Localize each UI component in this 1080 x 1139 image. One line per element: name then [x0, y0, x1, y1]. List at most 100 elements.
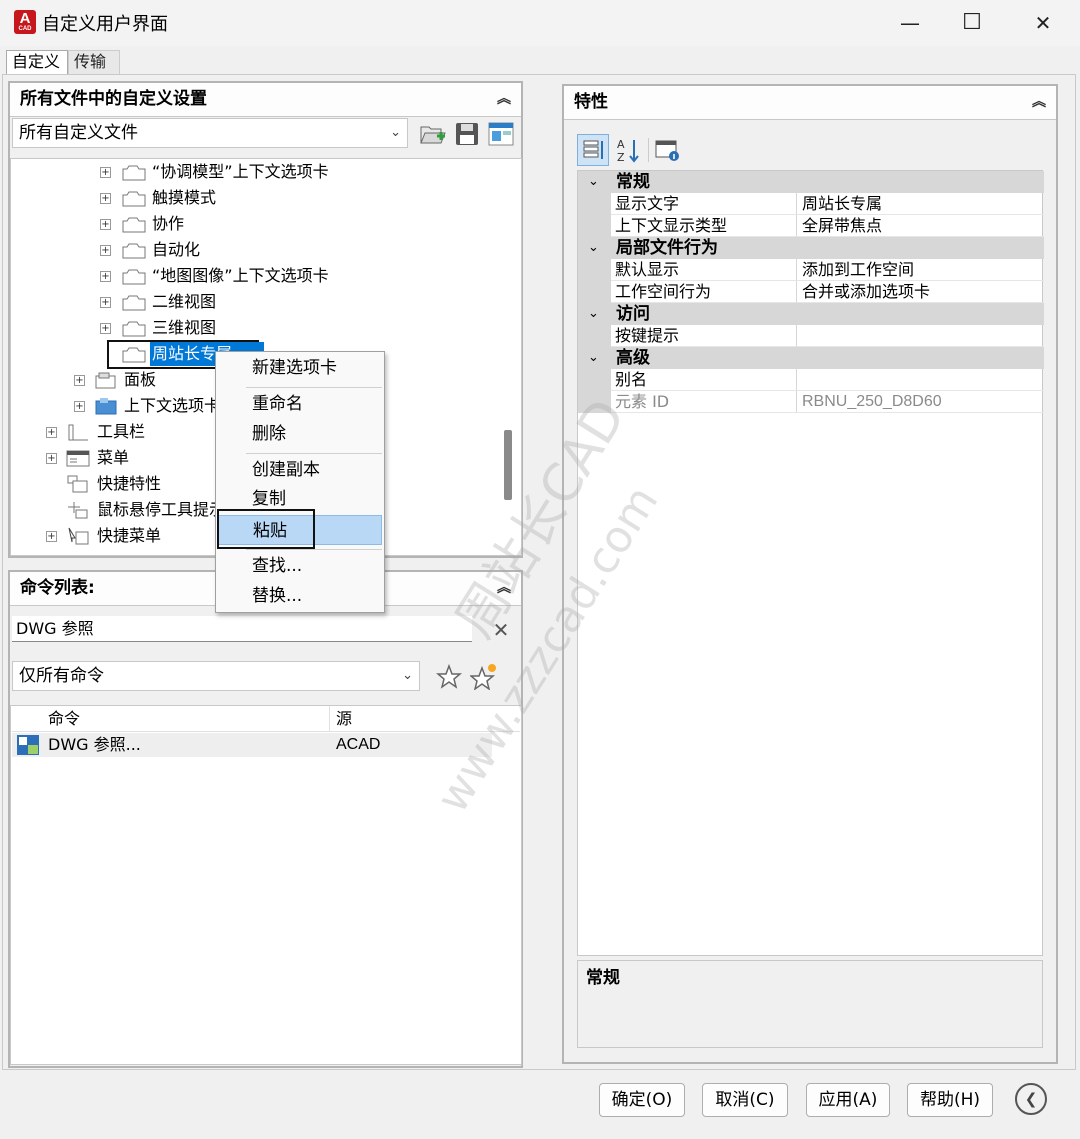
tree-scrollbar-thumb[interactable]: [504, 430, 512, 500]
open-folder-icon[interactable]: [420, 122, 446, 146]
collapse-left-icon[interactable]: ❮: [1015, 1083, 1047, 1115]
toolbar-divider: [648, 138, 649, 162]
chevron-down-icon[interactable]: ⌄: [588, 303, 599, 325]
tab-folder-icon: [122, 267, 146, 285]
category-advanced[interactable]: ⌄ 高级: [578, 347, 1044, 369]
tree-item-label: 三维视图: [152, 318, 217, 337]
description-toggle-icon[interactable]: [654, 138, 682, 164]
minimize-button[interactable]: —: [880, 0, 940, 46]
property-row[interactable]: 工作空间行为 合并或添加选项卡: [578, 281, 1044, 303]
chevron-down-icon[interactable]: ⌄: [588, 237, 599, 259]
property-row[interactable]: 按键提示: [578, 325, 1044, 347]
chevron-down-icon[interactable]: ⌄: [588, 347, 599, 369]
chevron-down-icon: ⌄: [390, 125, 401, 140]
paste-highlight-box: [217, 509, 315, 549]
property-row[interactable]: 显示文字 周站长专属: [578, 193, 1044, 215]
category-partial-file-behavior[interactable]: ⌄ 局部文件行为: [578, 237, 1044, 259]
properties-panel-title: 特性: [574, 92, 608, 112]
star-icon[interactable]: [435, 663, 463, 690]
sort-alphabetical-icon[interactable]: AZ: [614, 136, 642, 164]
expand-icon[interactable]: +: [100, 245, 111, 256]
property-value[interactable]: 合并或添加选项卡: [797, 281, 1044, 303]
tree-item-label: 快捷菜单: [97, 526, 162, 545]
property-value[interactable]: [797, 325, 1044, 347]
toolbar-icon: [66, 423, 90, 441]
command-table[interactable]: [10, 705, 522, 1065]
chevron-down-icon: ⌄: [402, 668, 413, 683]
apply-button[interactable]: 应用(A): [806, 1083, 890, 1117]
svg-text:A: A: [617, 138, 625, 151]
svg-text:Z: Z: [617, 151, 625, 164]
expand-icon[interactable]: +: [100, 167, 111, 178]
xref-icon: [16, 734, 40, 756]
tree-item-label: “地图图像”上下文选项卡: [152, 266, 329, 285]
customization-file-dropdown[interactable]: 所有自定义文件 ⌄: [12, 118, 408, 148]
property-row[interactable]: 默认显示 添加到工作空间: [578, 259, 1044, 281]
expand-icon[interactable]: +: [100, 193, 111, 204]
expand-icon[interactable]: +: [100, 297, 111, 308]
command-search-input[interactable]: DWG 参照: [12, 616, 472, 642]
collapse-icon[interactable]: ︽: [1032, 86, 1046, 118]
property-value[interactable]: [797, 369, 1044, 391]
property-name: 上下文显示类型: [611, 215, 797, 237]
column-header-source[interactable]: 源: [330, 706, 520, 732]
column-header-command[interactable]: 命令: [12, 706, 330, 732]
expand-icon[interactable]: +: [74, 401, 85, 412]
expand-icon[interactable]: +: [46, 531, 57, 542]
tree-item-label: 自动化: [152, 240, 201, 259]
property-name: 默认显示: [611, 259, 797, 281]
property-name: 元素 ID: [611, 391, 797, 413]
help-button[interactable]: 帮助(H): [907, 1083, 993, 1117]
customizations-panel-header: 所有文件中的自定义设置 ︽: [10, 83, 521, 117]
expand-icon[interactable]: +: [46, 427, 57, 438]
menu-item-duplicate[interactable]: 创建副本: [218, 455, 382, 485]
menu-item-delete[interactable]: 删除: [218, 419, 382, 449]
property-name: 工作空间行为: [611, 281, 797, 303]
chevron-down-icon[interactable]: ⌄: [588, 171, 599, 193]
menu-item-replace[interactable]: 替换...: [218, 581, 382, 611]
tree-item-label: 协作: [152, 214, 185, 233]
context-menu: 新建选项卡 重命名 删除 创建副本 复制 粘贴 查找... 替换...: [215, 351, 385, 613]
save-icon[interactable]: [455, 122, 479, 146]
description-title: 常规: [586, 968, 620, 988]
description-box: 常规: [577, 960, 1043, 1048]
load-partial-icon[interactable]: [488, 121, 514, 147]
property-value[interactable]: 添加到工作空间: [797, 259, 1044, 281]
menu-separator: [246, 453, 382, 454]
category-access[interactable]: ⌄ 访问: [578, 303, 1044, 325]
categorized-view-icon[interactable]: [577, 134, 609, 166]
rollover-tooltip-icon: [66, 501, 90, 519]
tree-item-label: 触摸模式: [152, 188, 217, 207]
expand-icon[interactable]: +: [46, 453, 57, 464]
autocad-app-icon: A CAD: [14, 10, 36, 34]
tab-customize[interactable]: 自定义: [6, 50, 68, 74]
menu-item-new-tab[interactable]: 新建选项卡: [218, 353, 382, 383]
property-value[interactable]: 全屏带焦点: [797, 215, 1044, 237]
menu-item-find[interactable]: 查找...: [218, 551, 382, 581]
menu-item-rename[interactable]: 重命名: [218, 389, 382, 419]
command-filter-dropdown[interactable]: 仅所有命令 ⌄: [12, 661, 420, 691]
command-filter-value: 仅所有命令: [19, 666, 104, 686]
property-row[interactable]: 元素 ID RBNU_250_D8D60: [578, 391, 1044, 413]
maximize-button[interactable]: ☐: [942, 0, 1002, 46]
tree-item-label: 菜单: [97, 448, 130, 467]
expand-icon[interactable]: +: [100, 323, 111, 334]
shortcut-menu-icon: [66, 527, 90, 545]
tab-transfer[interactable]: 传输: [68, 50, 120, 74]
clear-search-icon[interactable]: ✕: [490, 618, 512, 642]
ok-button[interactable]: 确定(O): [599, 1083, 685, 1117]
new-command-star-icon[interactable]: [468, 662, 498, 691]
property-value[interactable]: 周站长专属: [797, 193, 1044, 215]
collapse-icon[interactable]: ︽: [497, 572, 511, 604]
property-row[interactable]: 上下文显示类型 全屏带焦点: [578, 215, 1044, 237]
close-button[interactable]: ✕: [1013, 0, 1073, 46]
property-grid[interactable]: ⌄ 常规 显示文字 周站长专属 上下文显示类型 全屏带焦点 ⌄ 局部文件行为 默认显示添…: [577, 170, 1044, 956]
expand-icon[interactable]: +: [100, 219, 111, 230]
category-general[interactable]: ⌄ 常规: [578, 171, 1044, 193]
expand-icon[interactable]: +: [74, 375, 85, 386]
tree-item-label: 快捷特性: [97, 474, 162, 493]
expand-icon[interactable]: +: [100, 271, 111, 282]
cancel-button[interactable]: 取消(C): [702, 1083, 788, 1117]
property-row[interactable]: 别名: [578, 369, 1044, 391]
collapse-icon[interactable]: ︽: [497, 83, 511, 115]
